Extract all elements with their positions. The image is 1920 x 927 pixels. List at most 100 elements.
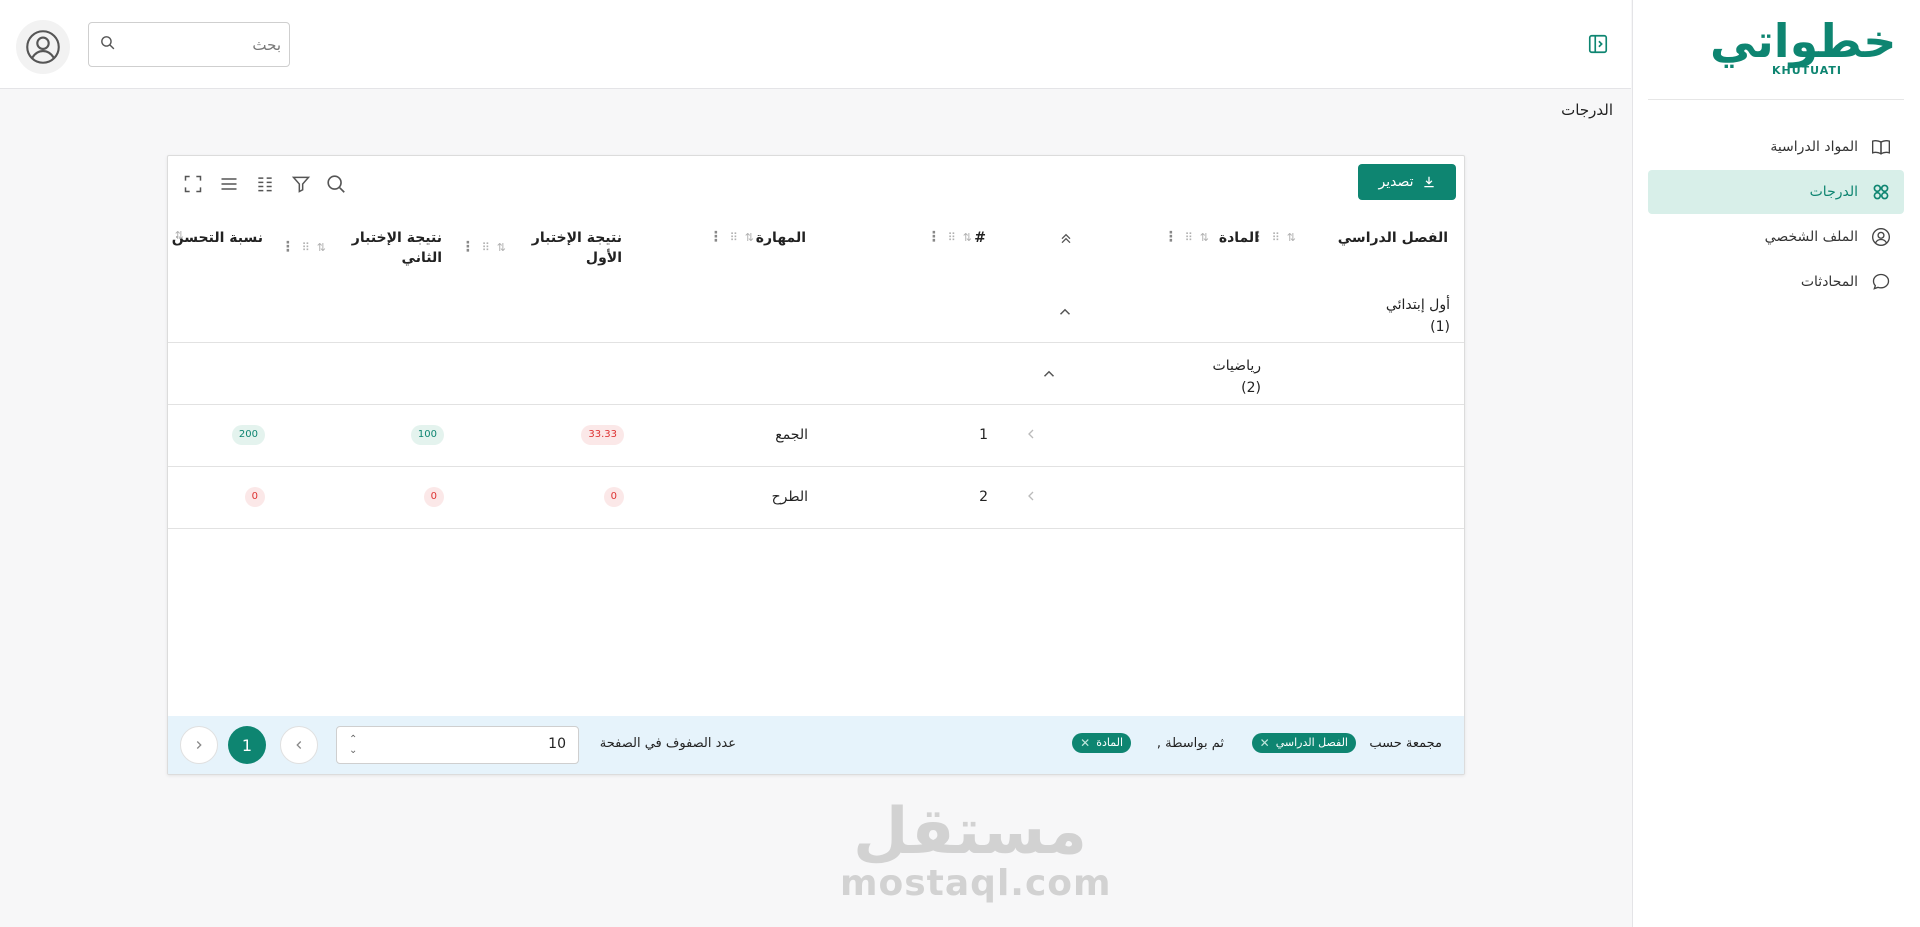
collapse-all-icon[interactable] <box>1058 230 1074 246</box>
sidebar-item-chats[interactable]: المحادثات <box>1648 260 1904 304</box>
rows-per-page-select[interactable]: 10 ⌃ ⌄ <box>336 726 579 764</box>
chevron-up-icon[interactable] <box>1040 365 1060 385</box>
group-name: أول إبتدائي <box>1385 297 1450 313</box>
profile-icon <box>1870 226 1892 248</box>
select-arrows-icon: ⌃ ⌄ <box>349 734 358 756</box>
sidebar-item-label: الملف الشخصي <box>1764 229 1858 245</box>
page-title: الدرجات <box>1561 101 1613 119</box>
sort-icon[interactable]: ⇅ <box>497 241 506 254</box>
drag-handle-icon[interactable]: ⠿ <box>730 231 738 244</box>
search-box[interactable] <box>88 22 290 67</box>
sort-icon[interactable]: ⇅ <box>963 231 972 244</box>
rows-per-page-label: عدد الصفوف في الصفحة <box>599 736 736 751</box>
col-header-semester[interactable]: الفصل الدراسي <box>1338 228 1448 248</box>
fullscreen-icon[interactable] <box>180 171 206 197</box>
col-header-subject[interactable]: المادة <box>1219 228 1259 248</box>
book-icon <box>1870 136 1892 158</box>
column-menu-icon[interactable]: ⋮ <box>461 239 475 255</box>
cell-improvement-badge: 200 <box>231 425 265 445</box>
sort-icon[interactable]: ⇅ <box>317 241 326 254</box>
expand-row-icon[interactable] <box>1023 488 1043 508</box>
export-label: تصدير <box>1378 174 1414 190</box>
table-row[interactable]: 2 الطرح 0 0 0 <box>168 467 1464 529</box>
group-name: رياضيات <box>1212 358 1261 374</box>
group-chip-semester[interactable]: الفصل الدراسي ✕ <box>1251 733 1356 753</box>
cell-improvement-badge: 0 <box>244 487 265 507</box>
column-menu-icon[interactable]: ⋮ <box>927 229 941 245</box>
group-row-semester: أول إبتدائي (1) <box>168 266 1464 343</box>
next-page-button[interactable] <box>180 726 218 764</box>
watermark-arabic: مستقل <box>852 795 1088 869</box>
table-footer: مجمعة حسب الفصل الدراسي ✕ , ثم بواسطة ال… <box>168 716 1464 774</box>
remove-chip-icon[interactable]: ✕ <box>1260 733 1270 753</box>
cell-test2-badge: 0 <box>423 487 444 507</box>
search-input[interactable] <box>131 31 281 59</box>
cell-test1-badge: 33.33 <box>581 425 624 445</box>
col-tools-subject: ⇅ ⠿ ⋮ <box>1164 229 1209 245</box>
prev-page-button[interactable] <box>280 726 318 764</box>
col-header-test1-line1: نتيجة الإختبار <box>531 230 622 246</box>
sort-icon[interactable]: ⇅ <box>1200 231 1209 244</box>
cell-number: 2 <box>979 489 988 505</box>
search-icon[interactable] <box>99 34 116 51</box>
table-row[interactable]: 1 الجمع 33.33 100 200 <box>168 405 1464 467</box>
col-header-improvement[interactable]: نسبة التحسن <box>172 228 263 248</box>
cell-skill: الجمع <box>775 427 808 443</box>
sidebar-item-grades[interactable]: الدرجات <box>1648 170 1904 214</box>
sidebar-item-label: الدرجات <box>1809 184 1858 200</box>
column-menu-icon[interactable]: ⋮ <box>709 229 723 245</box>
logo-english: KHUTUATI <box>1771 64 1842 77</box>
then-by-label: , ثم بواسطة <box>1156 736 1224 751</box>
page-button-current[interactable]: 1 <box>228 726 266 764</box>
group-label-subject: رياضيات (2) <box>1213 355 1261 399</box>
chevron-right-icon <box>196 741 202 749</box>
watermark-english: mostaql.com <box>840 863 1112 904</box>
drag-handle-icon[interactable]: ⠿ <box>302 241 310 254</box>
col-tools-number: ⇅ ⠿ ⋮ <box>927 229 972 245</box>
cell-test2-badge: 100 <box>410 425 444 445</box>
logo-divider <box>1648 99 1904 100</box>
sidebar-item-subjects[interactable]: المواد الدراسية <box>1648 125 1904 169</box>
group-row-subject: رياضيات (2) <box>168 343 1464 405</box>
rows-per-page-value: 10 <box>548 736 566 752</box>
column-menu-icon[interactable]: ⋮ <box>281 239 295 255</box>
chip-label: المادة <box>1096 736 1123 749</box>
drag-handle-icon[interactable]: ⠿ <box>1272 231 1280 244</box>
group-label-semester: أول إبتدائي (1) <box>1386 294 1450 338</box>
chat-icon <box>1870 271 1892 293</box>
top-header <box>0 0 1631 89</box>
group-chip-subject[interactable]: المادة ✕ <box>1072 733 1131 753</box>
expand-row-icon[interactable] <box>1023 426 1043 446</box>
sidebar-nav: المواد الدراسية الدرجات الملف الشخصي الم… <box>1648 125 1904 305</box>
cell-test1-badge: 0 <box>603 487 624 507</box>
sort-icon[interactable]: ⇅ <box>1287 231 1296 244</box>
columns-icon[interactable] <box>252 171 278 197</box>
col-header-test2[interactable]: نتيجة الإختبار الثاني <box>352 228 442 268</box>
drag-handle-icon[interactable]: ⠿ <box>482 241 490 254</box>
remove-chip-icon[interactable]: ✕ <box>1080 733 1090 753</box>
grouped-by-label: مجمعة حسب <box>1369 736 1442 751</box>
user-avatar[interactable] <box>16 20 70 74</box>
table-search-icon[interactable] <box>323 171 349 197</box>
filter-icon[interactable] <box>288 171 314 197</box>
brand-logo[interactable]: خطواتي KHUTUATI <box>1710 14 1898 80</box>
sort-icon[interactable]: ⇅ <box>175 229 184 242</box>
drag-handle-icon[interactable]: ⠿ <box>1185 231 1193 244</box>
sidebar-toggle-icon[interactable] <box>1587 33 1609 55</box>
logo-arabic: خطواتي <box>1710 14 1898 68</box>
col-header-test1[interactable]: نتيجة الإختبار الأول <box>532 228 622 268</box>
sidebar-item-profile[interactable]: الملف الشخصي <box>1648 215 1904 259</box>
drag-handle-icon[interactable]: ⠿ <box>948 231 956 244</box>
sidebar-item-label: المحادثات <box>1800 274 1858 290</box>
sort-icon[interactable]: ⇅ <box>745 231 754 244</box>
col-header-number[interactable]: # <box>974 228 986 248</box>
group-count: (1) <box>1430 319 1450 335</box>
chevron-up-icon[interactable] <box>1056 303 1076 323</box>
col-header-test2-line1: نتيجة الإختبار <box>351 230 442 246</box>
col-header-skill[interactable]: المهارة <box>756 228 806 248</box>
export-button[interactable]: تصدير <box>1358 164 1456 200</box>
column-menu-icon[interactable]: ⋮ <box>1164 229 1178 245</box>
density-icon[interactable] <box>216 171 242 197</box>
col-tools-test2: ⇅ ⠿ ⋮ <box>281 239 326 255</box>
col-tools-improvement: ⇅ <box>175 229 184 242</box>
